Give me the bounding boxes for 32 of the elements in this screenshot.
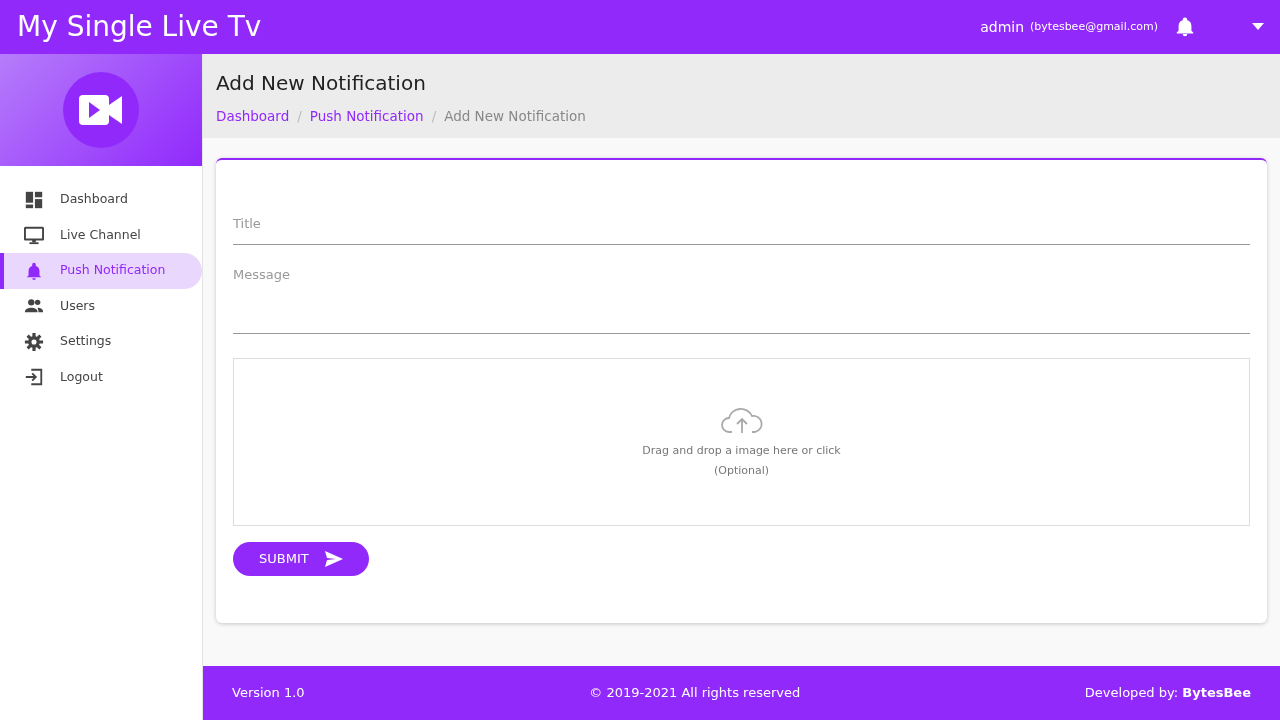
- sidebar-item[interactable]: Users: [0, 288, 202, 324]
- app-title: My Single Live Tv: [16, 9, 262, 45]
- copyright-text: © 2019-2021 All rights reserved: [589, 684, 801, 703]
- video-camera-icon: [79, 93, 123, 127]
- message-field[interactable]: Message: [233, 258, 1250, 334]
- monitor-icon: [24, 225, 44, 246]
- page-title: Add New Notification: [216, 70, 427, 97]
- user-name: admin: [980, 17, 1025, 37]
- notification-bell-icon[interactable]: [1174, 15, 1196, 39]
- version-text: Version 1.0: [232, 684, 305, 703]
- breadcrumb-separator: /: [297, 107, 302, 126]
- send-icon: [324, 550, 343, 567]
- title-field[interactable]: Title: [233, 208, 1250, 245]
- breadcrumb-link[interactable]: Dashboard: [216, 106, 290, 127]
- sidebar-item[interactable]: Settings: [0, 324, 202, 360]
- sidebar-item[interactable]: Live Channel: [0, 217, 202, 253]
- settings-icon: [24, 331, 44, 352]
- dashboard-icon: [24, 189, 44, 210]
- sidebar-item[interactable]: Push Notification: [0, 253, 202, 289]
- submit-button[interactable]: SUBMIT: [233, 542, 369, 576]
- image-drop-zone[interactable]: Drag and drop a image here or click (Optional): [233, 358, 1250, 526]
- upload-hint: Drag and drop a image here or click: [642, 442, 841, 459]
- sidebar-item[interactable]: Dashboard: [0, 182, 202, 218]
- sidebar-item[interactable]: Logout: [0, 359, 202, 395]
- developer-credit: Developed by: BytesBee: [1084, 684, 1251, 703]
- breadcrumb-separator: /: [431, 107, 437, 126]
- optional-note: (Optional): [713, 463, 770, 479]
- logout-icon: [24, 367, 44, 388]
- user-email: (bytesbee@gmail.com): [1030, 18, 1158, 35]
- breadcrumb-current: Add New Notification: [444, 107, 586, 126]
- caret-icon[interactable]: [1252, 23, 1264, 31]
- breadcrumb-link[interactable]: Push Notification: [309, 106, 424, 127]
